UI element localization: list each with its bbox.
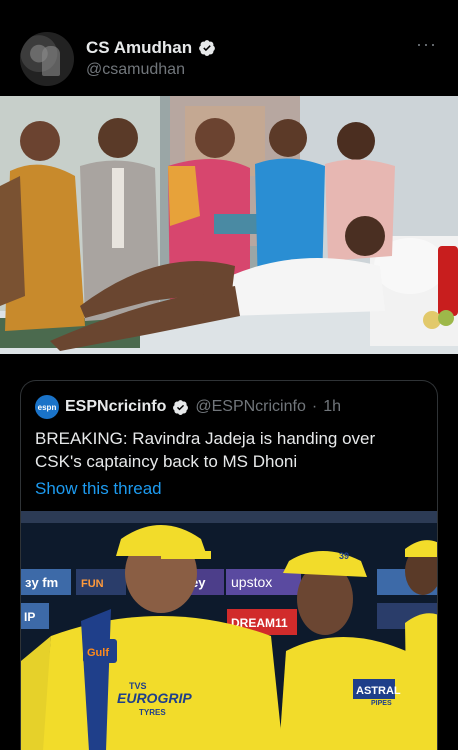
shirt-pipes-text: PIPES bbox=[371, 700, 392, 707]
quoted-tweet-card[interactable]: espn ESPNcricinfo @ESPNcricinfo · 1h BRE… bbox=[20, 380, 438, 750]
tweet-header: CS Amudhan @csamudhan ··· bbox=[0, 0, 458, 96]
quoted-author-handle[interactable]: @ESPNcricinfo bbox=[195, 398, 306, 416]
tweet-photo[interactable] bbox=[0, 96, 458, 354]
verified-badge-icon bbox=[199, 40, 215, 56]
more-options-icon[interactable]: ··· bbox=[416, 34, 437, 55]
show-thread-link[interactable]: Show this thread bbox=[35, 479, 162, 499]
espn-logo-icon[interactable]: espn bbox=[35, 395, 59, 419]
shirt-astral-text: ASTRAL bbox=[356, 685, 401, 697]
author-handle[interactable]: @csamudhan bbox=[86, 61, 185, 79]
shirt-tyres-text: TYRES bbox=[139, 708, 166, 717]
quoted-tweet-photo[interactable]: ɜy fm FUN ey upstox IP DREAM11 Gulf TVS … bbox=[21, 511, 437, 750]
quoted-timestamp[interactable]: 1h bbox=[323, 398, 341, 416]
author-avatar[interactable] bbox=[20, 32, 74, 86]
sponsor-fm-text: ɜy fm bbox=[25, 575, 58, 590]
sponsor-ip-text: IP bbox=[24, 610, 35, 624]
sponsor-upstox-text: upstox bbox=[231, 574, 272, 590]
shirt-gulf-text: Gulf bbox=[87, 647, 109, 659]
separator-dot: · bbox=[311, 398, 318, 415]
quoted-author-name[interactable]: ESPNcricinfo bbox=[65, 398, 166, 416]
quoted-tweet-text: BREAKING: Ravindra Jadeja is handing ove… bbox=[35, 429, 376, 471]
shirt-eurogrip-text: EUROGRIP bbox=[117, 690, 192, 706]
film-still-image bbox=[0, 96, 458, 354]
cap-number-text: 39 bbox=[339, 551, 349, 561]
author-name[interactable]: CS Amudhan bbox=[86, 38, 192, 58]
sponsor-fun-text: FUN bbox=[81, 578, 104, 590]
verified-badge-icon bbox=[173, 399, 189, 415]
csk-players-image: ɜy fm FUN ey upstox IP DREAM11 Gulf TVS … bbox=[21, 511, 437, 750]
quoted-tweet-header: espn ESPNcricinfo @ESPNcricinfo · 1h bbox=[35, 395, 341, 419]
author-name-row[interactable]: CS Amudhan bbox=[86, 38, 216, 58]
